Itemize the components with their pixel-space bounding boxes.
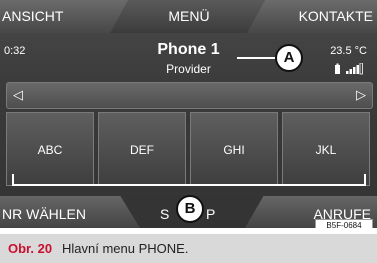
provider-label: Provider [166,62,211,76]
page-navigation-bar: ◁ ▷ [6,82,373,109]
temperature: 23.5 °C [330,45,367,57]
middle-label-start: S [160,206,170,222]
battery-signal-icon [335,63,363,75]
tab-ansicht-label: ANSICHT [2,8,64,24]
phone-title: Phone 1 [157,41,220,58]
nav-right-icon[interactable]: ▷ [356,87,366,103]
figure-code: B5F-0684 [315,219,373,228]
caption-text: Hlavní menu PHONE. [62,241,189,256]
callout-a: A [275,44,303,72]
figure-caption: Obr. 20 Hlavní menu PHONE. [0,234,377,263]
nav-left-icon[interactable]: ◁ [13,87,23,103]
nr-wahlen-button[interactable]: NR WÄHLEN [0,196,140,228]
caption-label: Obr. 20 [8,241,53,256]
phone-info-area: 0:32 Phone 1 Provider 23.5 °C [0,33,377,81]
tab-menu-label: MENÜ [168,8,210,24]
callout-a-leader [237,57,275,59]
callout-b: B [176,195,204,223]
middle-label-end: P [206,206,216,222]
tab-kontakte[interactable]: KONTAKTE [247,0,377,33]
callout-b-bracket [12,174,366,186]
tab-kontakte-label: KONTAKTE [298,8,373,24]
top-bar: ANSICHT MENÜ KONTAKTE [0,0,377,33]
nr-wahlen-label: NR WÄHLEN [2,206,87,222]
tab-menu[interactable]: MENÜ [118,0,260,33]
infotainment-screen: ANSICHT MENÜ KONTAKTE 0:32 Phone 1 Provi… [0,0,377,228]
tab-ansicht[interactable]: ANSICHT [0,0,128,33]
